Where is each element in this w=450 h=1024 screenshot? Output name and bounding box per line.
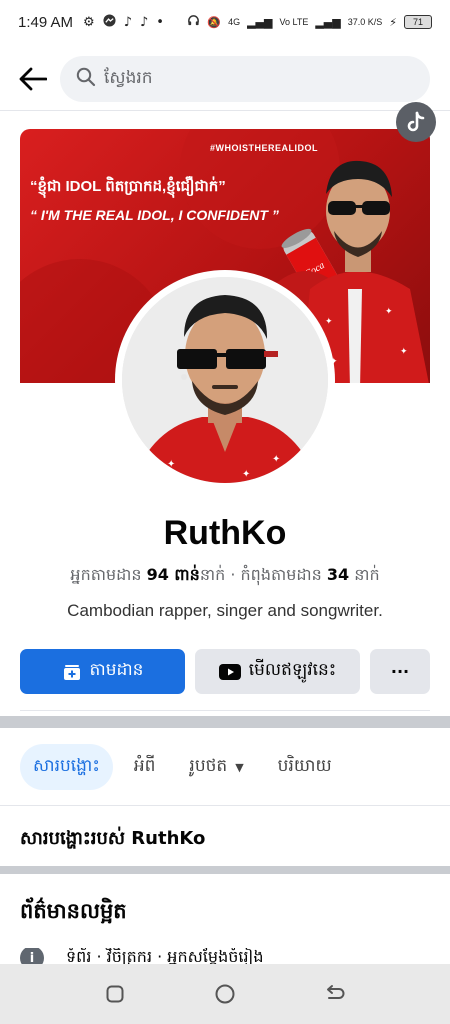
recent-apps-button[interactable]: [95, 974, 135, 1014]
search-header: ស្វែងរក: [0, 50, 450, 108]
tab-about[interactable]: អំពី: [121, 744, 169, 790]
home-button[interactable]: [205, 974, 245, 1014]
cover-quote-english: “ I'M THE REAL IDOL, I CONFIDENT ”: [30, 207, 279, 223]
tab-description-label: បរិយាយ: [277, 755, 332, 776]
system-back-button[interactable]: [315, 974, 355, 1014]
profile-tabs: សារបង្ហោះ អំពី រូបថត ▼ បរិយាយ: [20, 744, 345, 790]
more-options-button[interactable]: ···: [370, 649, 430, 694]
details-title: ព័ត៌មានលម្អិត: [20, 899, 127, 923]
tabs-divider: [0, 805, 450, 806]
follow-button-label: តាមដាន: [89, 660, 144, 680]
tiktok-icon-2: ♪: [140, 14, 149, 30]
section-separator: [0, 716, 450, 728]
followers-label: អ្នកតាមដាន: [70, 565, 142, 584]
mute-icon: 🔕: [207, 15, 222, 29]
home-icon: [215, 984, 235, 1004]
more-options-icon: ···: [390, 662, 410, 681]
notification-icons: ⚙ ♪ ♪ •: [83, 13, 164, 31]
follow-icon: [62, 662, 82, 682]
section-separator-2: [0, 866, 450, 874]
speed-label: 37.0 K/S: [347, 16, 383, 27]
youtube-play-icon: [218, 663, 241, 680]
system-icons: 🔕 4G ▂▄▆ Vo LTE ▂▄▆ 37.0 K/S ⚡ 71: [187, 14, 432, 30]
following-unit: នាក់: [354, 565, 380, 584]
watch-now-button[interactable]: មើលឥឡូវនេះ: [195, 649, 360, 694]
profile-picture[interactable]: ✦ ✦ ✦: [122, 277, 328, 483]
follow-stats: អ្នកតាមដាន 94 ពាន់នាក់ · កំពុងតាមដាន 34 …: [0, 564, 450, 588]
actions-divider: [20, 710, 430, 711]
network-label-2: Vo LTE: [279, 16, 309, 27]
more-dot-icon: •: [156, 14, 164, 30]
tab-posts[interactable]: សារបង្ហោះ: [20, 744, 113, 790]
tiktok-badge-icon[interactable]: [396, 102, 436, 142]
tab-posts-label: សារបង្ហោះ: [33, 755, 100, 776]
follow-button[interactable]: តាមដាន: [20, 649, 185, 694]
signal-icon-2: ▂▄▆: [315, 15, 341, 29]
tab-photos-label: រូបថត: [189, 755, 228, 776]
followers-count[interactable]: 94 ពាន់: [147, 565, 200, 584]
gear-icon: ⚙: [83, 14, 95, 30]
messenger-icon: [103, 13, 116, 31]
profile-bio: Cambodian rapper, singer and songwriter.: [67, 601, 383, 620]
svg-text:✦: ✦: [400, 347, 408, 357]
recent-apps-icon: [106, 985, 124, 1003]
tab-photos[interactable]: រូបថត ▼: [176, 744, 256, 790]
watch-now-label: មើលឥឡូវនេះ: [248, 660, 337, 680]
headset-icon: [187, 14, 200, 30]
avatar-portrait-image: ✦ ✦ ✦: [122, 277, 328, 483]
profile-actions: តាមដាន មើលឥឡូវនេះ ···: [20, 649, 430, 694]
following-count[interactable]: 34: [327, 565, 349, 584]
tiktok-icon: ♪: [123, 14, 132, 30]
followers-unit: នាក់: [199, 565, 226, 584]
svg-text:✦: ✦: [385, 307, 393, 317]
search-placeholder: ស្វែងរក: [104, 67, 153, 88]
svg-text:✦: ✦: [167, 459, 175, 470]
cover-quote-khmer: “ខ្ញុំជា IDOL ពិតប្រាកដ,ខ្ញុំជឿជាក់”: [30, 178, 226, 195]
tab-about-label: អំពី: [133, 755, 156, 776]
back-arrow-icon[interactable]: [18, 64, 48, 94]
search-input[interactable]: ស្វែងរក: [60, 56, 430, 102]
system-navigation-bar: [0, 964, 450, 1024]
header-divider: [0, 110, 450, 111]
charging-icon: ⚡: [389, 15, 397, 29]
caret-down-icon: ▼: [235, 760, 244, 774]
following-label: កំពុងតាមដាន: [240, 565, 322, 584]
svg-text:✦: ✦: [242, 469, 250, 480]
network-label-1: 4G: [228, 16, 241, 27]
posts-section-title: សារបង្ហោះរបស់ RuthKo: [20, 828, 206, 849]
stats-separator: ·: [230, 565, 236, 584]
profile-name: RuthKo: [163, 514, 287, 552]
status-bar: 1:49 AM ⚙ ♪ ♪ • 🔕 4G ▂▄▆ Vo LTE ▂▄▆ 37.0…: [0, 0, 450, 44]
svg-text:✦: ✦: [325, 317, 333, 327]
search-icon: [76, 67, 96, 91]
battery-icon: 71: [404, 15, 432, 29]
status-time: 1:49 AM: [18, 13, 74, 31]
tab-description[interactable]: បរិយាយ: [265, 744, 345, 790]
profile-picture-frame: ✦ ✦ ✦: [115, 270, 335, 490]
system-back-icon: [327, 985, 345, 999]
signal-icon: ▂▄▆: [247, 15, 273, 29]
svg-text:✦: ✦: [272, 454, 280, 465]
